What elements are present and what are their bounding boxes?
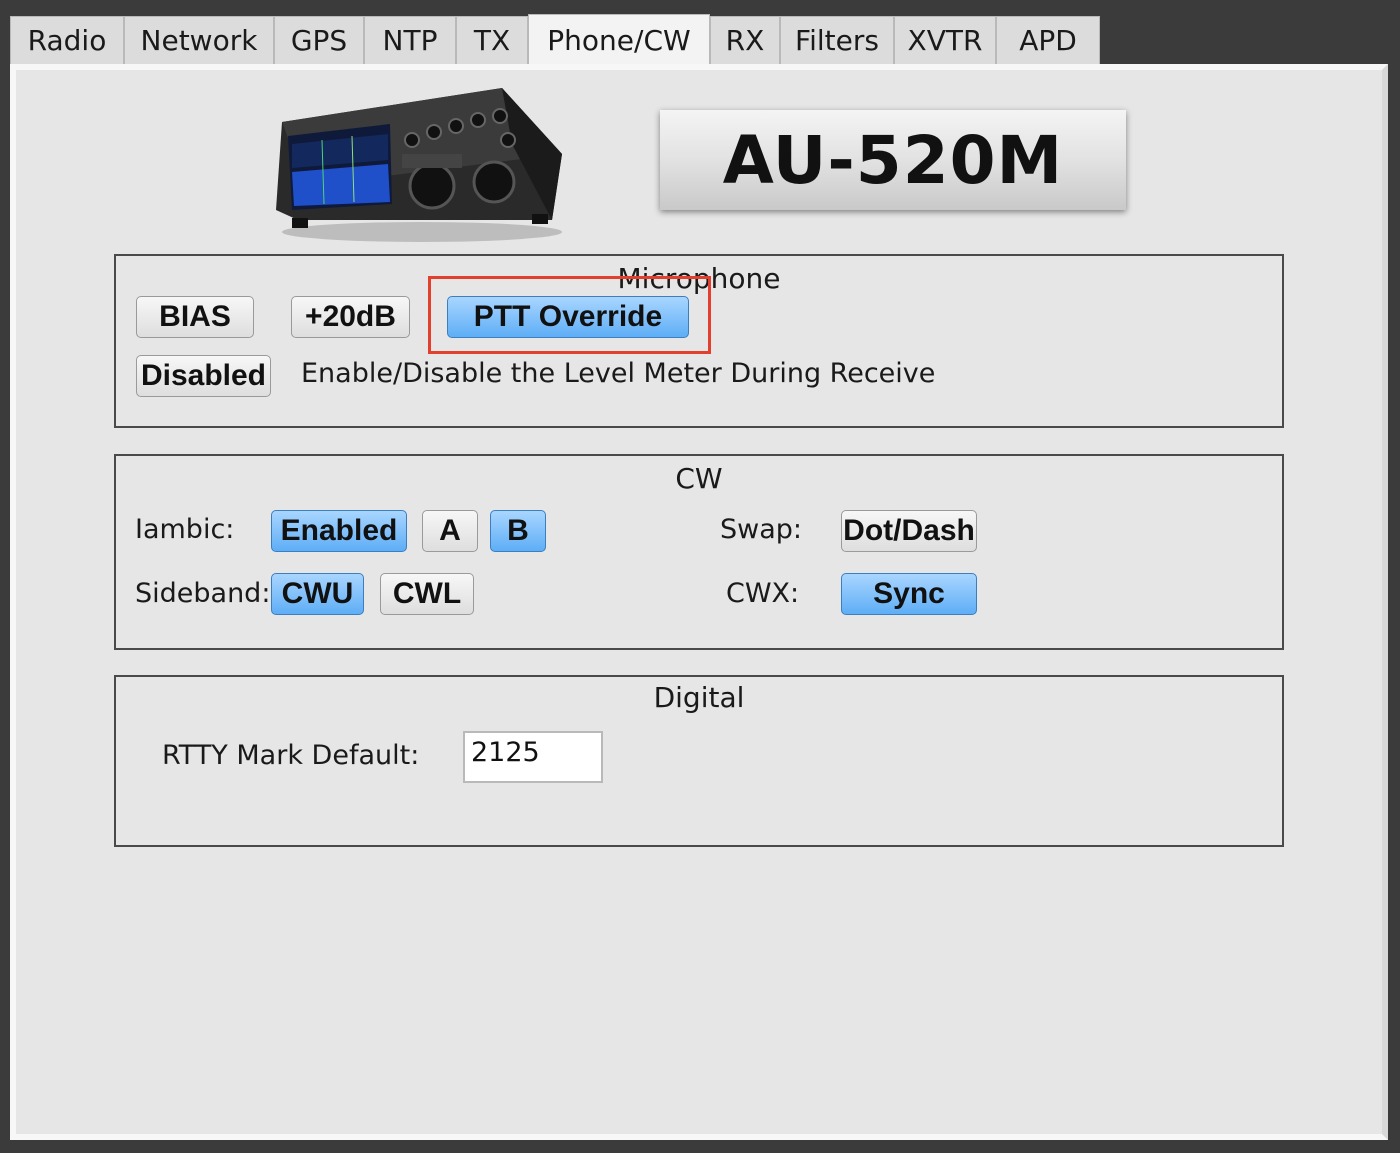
tab-ntp[interactable]: NTP — [364, 16, 456, 64]
sideband-label: Sideband: — [135, 578, 271, 609]
tab-radio[interactable]: Radio — [10, 16, 124, 64]
ptt-override-button[interactable]: PTT Override — [447, 296, 689, 338]
sideband-cwu-button[interactable]: CWU — [271, 573, 364, 615]
tab-gps[interactable]: GPS — [274, 16, 364, 64]
tab-filters[interactable]: Filters — [780, 16, 894, 64]
cwx-label: CWX: — [726, 578, 800, 609]
tab-tx[interactable]: TX — [456, 16, 528, 64]
swap-label: Swap: — [720, 514, 803, 545]
tab-rx[interactable]: RX — [710, 16, 780, 64]
radio-image — [276, 88, 562, 242]
group-title-microphone: Microphone — [617, 262, 781, 295]
tab-xvtr[interactable]: XVTR — [894, 16, 996, 64]
group-title-digital: Digital — [653, 681, 745, 714]
iambic-label: Iambic: — [135, 514, 235, 545]
tab-phone-cw[interactable]: Phone/CW — [528, 14, 710, 66]
tab-apd[interactable]: APD — [996, 16, 1100, 64]
rtty-mark-default-label: RTTY Mark Default: — [162, 740, 420, 771]
group-title-cw: CW — [675, 462, 723, 495]
level-meter-description: Enable/Disable the Level Meter During Re… — [301, 358, 936, 389]
cwx-sync-button[interactable]: Sync — [841, 573, 977, 615]
rtty-mark-default-input[interactable]: 2125 — [463, 731, 603, 783]
swap-dot-dash-button[interactable]: Dot/Dash — [841, 510, 977, 552]
microphone-group: Microphone — [114, 254, 1284, 428]
bias-button[interactable]: BIAS — [136, 296, 254, 338]
tab-bar: Radio Network GPS NTP TX Phone/CW RX Fil… — [10, 14, 1102, 66]
cw-group: CW — [114, 454, 1284, 650]
tab-network[interactable]: Network — [124, 16, 274, 64]
iambic-mode-b-button[interactable]: B — [490, 510, 546, 552]
plus-20db-button[interactable]: +20dB — [291, 296, 410, 338]
iambic-enabled-button[interactable]: Enabled — [271, 510, 407, 552]
level-meter-disabled-button[interactable]: Disabled — [136, 355, 271, 397]
model-badge: AU-520M — [660, 110, 1126, 210]
iambic-mode-a-button[interactable]: A — [422, 510, 478, 552]
sideband-cwl-button[interactable]: CWL — [380, 573, 474, 615]
